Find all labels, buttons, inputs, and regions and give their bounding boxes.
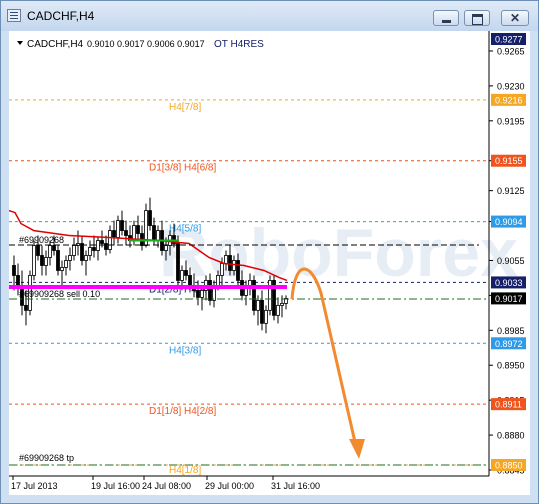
candle-body [60,267,64,271]
price-tick-label: 0.9125 [497,186,525,196]
chart-ohlc: 0.9010 0.9017 0.9006 0.9017 [87,39,205,49]
candle-body [80,243,84,261]
candle-body [40,255,44,266]
title-bar[interactable]: CADCHF,H4 [1,1,538,31]
candle-body [148,210,152,226]
price-label-text: 0.9094 [495,217,523,227]
order2-label: #69909268 sell 0.10 [19,289,100,299]
watermark-text: RoboForex [159,215,518,291]
candle-body [264,309,268,324]
candle-body [268,280,272,311]
candle-body [88,247,92,256]
price-label-text: 0.8850 [495,461,523,471]
price-label-text: 0.9017 [495,294,523,304]
candle-body [180,270,184,281]
level-label: H4[3/8] [169,345,201,356]
candle-body [196,290,200,298]
candle-body [216,275,220,286]
price-label-text: 0.9155 [495,156,523,166]
price-label-text: 0.9216 [495,95,523,105]
close-icon[interactable] [501,10,529,26]
price-label-text: 0.8972 [495,339,523,349]
time-tick-label: 24 Jul 08:00 [142,481,191,491]
price-tick-label: 0.8880 [497,431,525,441]
candle-body [200,290,204,298]
candle-body [156,230,160,241]
candle-body [96,240,100,251]
candle-body [280,302,284,306]
candle-body [108,230,112,250]
forecast-arrowhead-icon [349,439,365,459]
candle-body [164,245,168,251]
indicator-name: OT H4RES [214,39,264,50]
candle-body [84,255,88,261]
price-tick-label: 0.9265 [497,46,525,56]
candle-body [12,265,16,276]
maximize-icon[interactable] [464,10,490,26]
price-chart[interactable]: RoboForex CADCHF,H4 0.9010 0.9017 0.9006… [8,31,530,495]
level-label: D1[1/8] H4[2/8] [149,406,216,417]
candle-body [48,245,52,258]
candle-body [116,220,120,238]
candle-body [260,299,264,324]
time-tick-label: 19 Jul 16:00 [91,481,140,491]
level-label: D1[3/8] H4[6/8] [149,163,216,174]
tp-label: #69909268 tp [19,453,74,463]
candle-body [44,257,48,266]
candle-body [24,304,28,311]
candle-body [16,275,20,286]
candle-body [176,243,180,281]
candle-body [252,280,256,311]
time-tick-label: 17 Jul 2013 [11,481,58,491]
candle-body [104,243,108,250]
candle-body [72,245,76,256]
candle-body [220,263,224,276]
order1-label: #69909268 [19,235,64,245]
price-tick-label: 0.9195 [497,116,525,126]
candle-body [188,275,192,286]
candle-body [36,245,40,256]
candle-body [256,299,260,311]
forecast-arrow [290,267,359,452]
chart-area[interactable]: RoboForex CADCHF,H4 0.9010 0.9017 0.9006… [8,31,530,495]
price-label-text: 0.8911 [495,400,522,410]
price-tick-label: 0.8985 [497,326,525,336]
chart-window-icon [7,9,21,22]
candle-body [52,245,56,251]
chart-window: CADCHF,H4 RoboForex CADCHF,H4 0.9010 0.9… [0,0,539,504]
candle-body [276,304,280,316]
candle-body [208,280,212,301]
level-label: H4[7/8] [169,102,201,113]
candle-body [136,225,140,234]
candle-body [64,260,68,268]
window-title: CADCHF,H4 [27,9,95,23]
candle-body [120,220,124,231]
candle-body [152,225,156,241]
price-tick-label: 0.9230 [497,81,525,91]
candle-body [100,240,104,244]
candle-body [236,260,240,281]
candle-body [112,230,116,238]
candle-body [228,255,232,271]
time-tick-label: 29 Jul 00:00 [205,481,254,491]
price-label-text: 0.9277 [495,35,523,45]
price-tick-label: 0.8950 [497,361,525,371]
time-axis: 17 Jul 2013 19 Jul 16:00 24 Jul 08:00 29 Ju… [11,476,320,491]
level-label: H4[1/8] [169,465,201,476]
candle-body [184,270,188,276]
candle-body [92,247,96,251]
candle-body [68,255,72,261]
chart-menu-triangle-icon[interactable] [17,41,23,45]
chart-symbol: CADCHF,H4 [27,39,84,50]
bottom-strip [1,495,538,503]
minimize-icon[interactable] [433,10,459,26]
price-tick-label: 0.9055 [497,256,525,266]
candle-body [56,250,60,271]
candle-body [124,230,128,236]
price-label-text: 0.9033 [495,278,523,288]
candle-body [32,245,36,276]
candle-body [224,255,228,264]
candle-body [232,260,236,271]
time-tick-label: 31 Jul 16:00 [271,481,320,491]
